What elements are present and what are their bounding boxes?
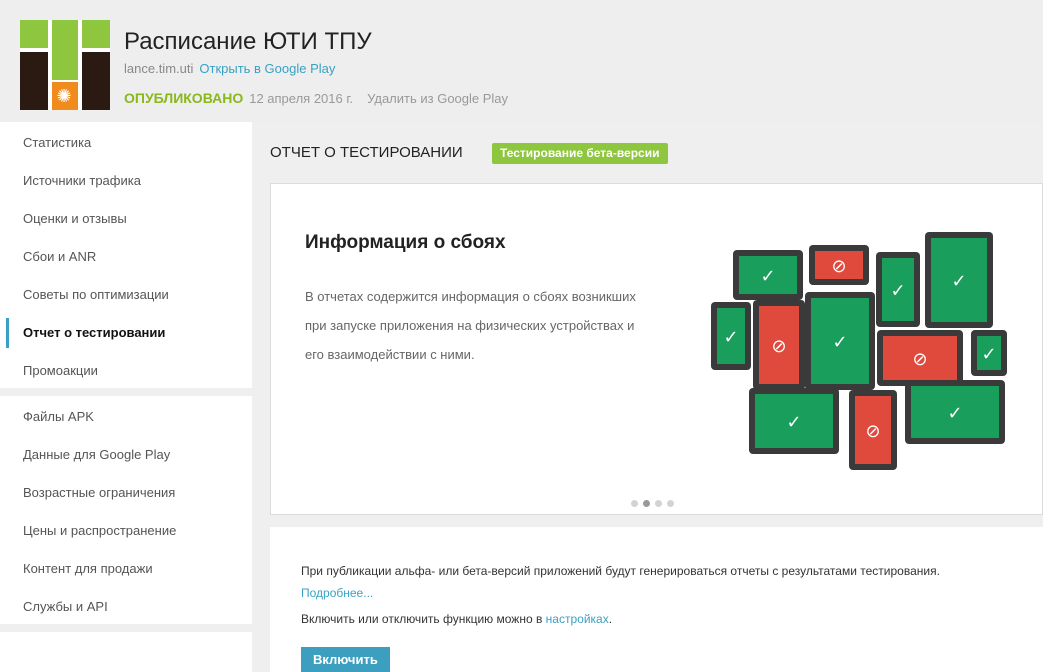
sidebar-group-extra: [0, 632, 252, 672]
checkmark-icon: ✓: [832, 332, 847, 353]
blocked-icon: ⊘: [912, 349, 927, 370]
sidebar-group-publishing: Файлы APK Данные для Google Play Возраст…: [0, 396, 252, 624]
app-header: ✺ Расписание ЮТИ ТПУ lance.tim.uti Открыт…: [0, 0, 1043, 122]
sidebar-item-optimization-tips[interactable]: Советы по оптимизации: [0, 276, 252, 314]
app-status-line: ОПУБЛИКОВАНО 12 апреля 2016 г. Удалить из …: [124, 90, 508, 106]
carousel-dot[interactable]: [631, 500, 638, 507]
carousel-dot[interactable]: [667, 500, 674, 507]
checkmark-icon: ✓: [981, 344, 996, 365]
info-description: При публикации альфа- или бета-версий пр…: [301, 564, 940, 578]
sidebar-group-analytics: Статистика Источники трафика Оценки и от…: [0, 122, 252, 388]
page-title: ОТЧЕТ О ТЕСТИРОВАНИИ: [270, 144, 463, 161]
sidebar-item-promotions[interactable]: Промоакции: [0, 352, 252, 390]
sidebar-item-services-api[interactable]: Службы и API: [0, 588, 252, 626]
carousel-dot[interactable]: [643, 500, 650, 507]
blocked-icon: ⊘: [771, 336, 786, 357]
toggle-info-text: Включить или отключить функцию можно в н…: [301, 612, 613, 626]
sidebar-item-store-listing[interactable]: Данные для Google Play: [0, 436, 252, 474]
sidebar-item-ratings-reviews[interactable]: Оценки и отзывы: [0, 200, 252, 238]
card-title: Информация о сбоях: [305, 232, 506, 253]
enable-button[interactable]: Включить: [301, 647, 390, 672]
published-status: ОПУБЛИКОВАНО: [124, 90, 244, 106]
info-text: При публикации альфа- или бета-версий пр…: [301, 560, 1001, 604]
sidebar-item-traffic-sources[interactable]: Источники трафика: [0, 162, 252, 200]
sidebar-item-apk-files[interactable]: Файлы APK: [0, 398, 252, 436]
toggle-description: Включить или отключить функцию можно в: [301, 612, 543, 626]
remove-from-google-play-link[interactable]: Удалить из Google Play: [367, 91, 508, 106]
carousel-dot[interactable]: [655, 500, 662, 507]
beta-testing-badge: Тестирование бета-версии: [492, 143, 668, 164]
testing-info-panel: При публикации альфа- или бета-версий пр…: [270, 527, 1043, 672]
sun-icon: ✺: [56, 86, 72, 106]
publish-date: 12 апреля 2016 г.: [249, 91, 354, 106]
sidebar-item-crashes-anr[interactable]: Сбои и ANR: [0, 238, 252, 276]
card-description: В отчетах содержится информация о сбоях …: [305, 289, 636, 362]
carousel-dots[interactable]: [631, 494, 679, 512]
learn-more-link[interactable]: Подробнее...: [301, 586, 373, 600]
blocked-icon: ⊘: [865, 421, 880, 442]
checkmark-icon: ✓: [890, 281, 905, 302]
blocked-icon: ⊘: [831, 256, 846, 277]
devices-illustration: ✓ ⊘ ✓ ✓ ✓ ⊘ ✓ ⊘ ✓ ✓ ⊘ ✓: [711, 232, 1007, 470]
sidebar-item-statistics[interactable]: Статистика: [0, 124, 252, 162]
open-in-google-play-link[interactable]: Открыть в Google Play: [199, 61, 335, 76]
checkmark-icon: ✓: [951, 271, 966, 292]
checkmark-icon: ✓: [947, 403, 962, 424]
settings-link[interactable]: настройках: [546, 612, 609, 626]
app-icon: ✺: [20, 20, 110, 110]
app-package: lance.tim.uti: [124, 61, 194, 76]
checkmark-icon: ✓: [760, 266, 775, 287]
app-package-line: lance.tim.uti Открыть в Google Play: [124, 61, 335, 76]
sidebar-item-in-app-products[interactable]: Контент для продажи: [0, 550, 252, 588]
checkmark-icon: ✓: [786, 412, 801, 433]
sidebar-item-content-rating[interactable]: Возрастные ограничения: [0, 474, 252, 512]
checkmark-icon: ✓: [723, 327, 738, 348]
sidebar-item-pricing-distribution[interactable]: Цены и распространение: [0, 512, 252, 550]
sidebar-item-test-report[interactable]: Отчет о тестировании: [0, 314, 252, 352]
sidebar: Статистика Источники трафика Оценки и от…: [0, 122, 252, 672]
app-title: Расписание ЮТИ ТПУ: [124, 28, 372, 55]
crash-info-card: Информация о сбоях В отчетах содержится …: [270, 183, 1043, 515]
